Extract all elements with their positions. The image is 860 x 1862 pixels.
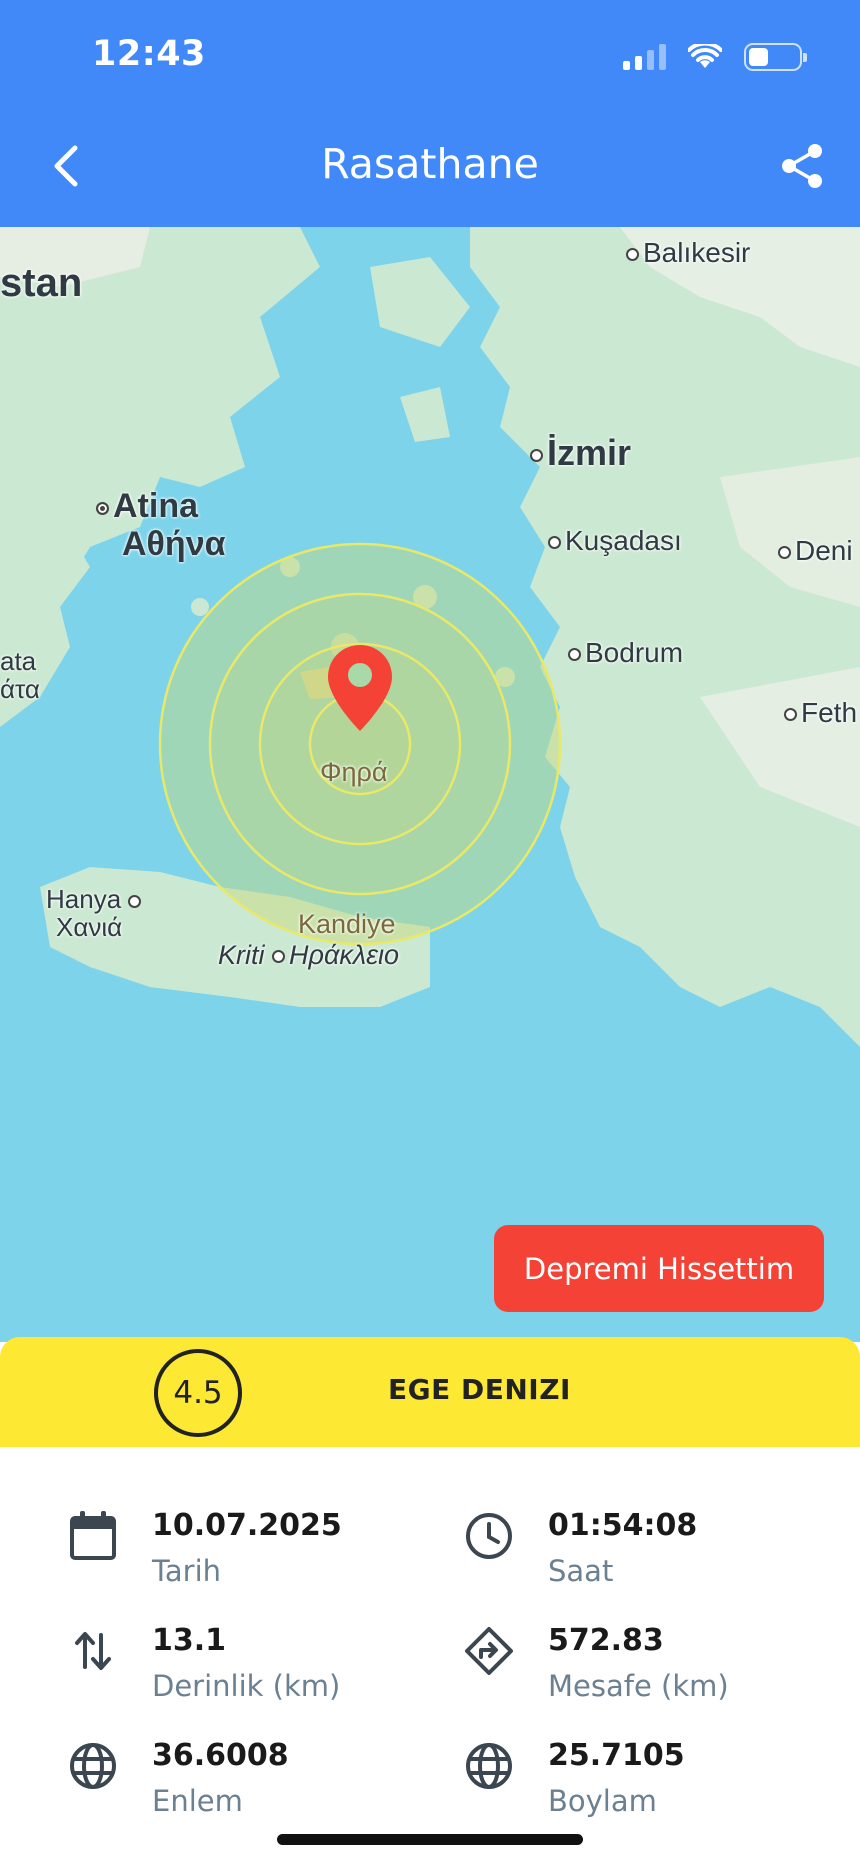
date-value: 10.07.2025 xyxy=(152,1508,342,1543)
detail-time: 01:54:08 Saat xyxy=(462,1505,697,1595)
earthquake-map[interactable]: stan Balıkesir İzmir Atina Αθήνα Kuşadas… xyxy=(0,227,860,1342)
magnitude-bar: 4.5 EGE DENIZI xyxy=(0,1337,860,1447)
globe-icon xyxy=(66,1739,120,1793)
distance-label: Mesafe (km) xyxy=(548,1669,729,1703)
map-label-izmir: İzmir xyxy=(530,432,631,474)
earthquake-details: 10.07.2025 Tarih 01:54:08 Saat 13.1 Deri… xyxy=(0,1447,860,1862)
magnitude-badge: 4.5 xyxy=(154,1349,242,1437)
map-label-bodrum: Bodrum xyxy=(568,637,683,669)
distance-value: 572.83 xyxy=(548,1623,664,1658)
felt-earthquake-button[interactable]: Depremi Hissettim xyxy=(494,1225,824,1312)
clock-icon xyxy=(462,1509,516,1563)
map-label-balikesir: Balıkesir xyxy=(626,237,750,269)
map-label-atina: Atina Αθήνα xyxy=(96,487,226,563)
longitude-value: 25.7105 xyxy=(548,1738,685,1773)
share-button[interactable] xyxy=(774,138,830,194)
map-label-ata: ata άτα xyxy=(0,646,40,704)
date-label: Tarih xyxy=(152,1554,222,1588)
map-label-kriti: Kriti Ηράκλειο xyxy=(218,940,400,970)
map-label-deni: Deni xyxy=(778,535,853,567)
map-label-kandiye: Kandiye xyxy=(298,909,396,939)
signal-icon xyxy=(623,44,666,70)
latitude-value: 36.6008 xyxy=(152,1738,289,1773)
map-canvas xyxy=(0,227,860,1047)
depth-value: 13.1 xyxy=(152,1623,227,1658)
detail-distance: 572.83 Mesafe (km) xyxy=(462,1620,729,1710)
detail-latitude: 36.6008 Enlem xyxy=(66,1735,289,1825)
map-label-fira: Φηρά xyxy=(320,757,388,787)
map-label-feth: Feth xyxy=(784,697,857,729)
calendar-icon xyxy=(66,1509,120,1563)
map-label-stan: stan xyxy=(0,261,83,305)
globe-icon xyxy=(462,1739,516,1793)
region-name: EGE DENIZI xyxy=(388,1373,571,1406)
swap-vertical-icon xyxy=(66,1624,120,1678)
time-value: 01:54:08 xyxy=(548,1508,698,1543)
top-header: 12:43 Rasathane xyxy=(0,0,860,227)
depth-label: Derinlik (km) xyxy=(152,1669,341,1703)
time-label: Saat xyxy=(548,1554,614,1588)
detail-longitude: 25.7105 Boylam xyxy=(462,1735,685,1825)
battery-icon xyxy=(744,43,807,71)
status-time: 12:43 xyxy=(92,34,206,74)
wifi-icon xyxy=(688,44,722,68)
longitude-label: Boylam xyxy=(548,1784,657,1818)
map-label-kusadasi: Kuşadası xyxy=(548,525,682,557)
share-icon xyxy=(782,144,822,188)
status-icons xyxy=(623,40,807,74)
home-indicator[interactable] xyxy=(277,1834,583,1845)
page-title: Rasathane xyxy=(321,140,539,188)
epicenter-pin-icon[interactable] xyxy=(326,643,394,733)
detail-depth: 13.1 Derinlik (km) xyxy=(66,1620,340,1710)
detail-date: 10.07.2025 Tarih xyxy=(66,1505,342,1595)
directions-icon xyxy=(462,1624,516,1678)
map-label-hanya: Hanya Χανιά xyxy=(46,885,145,941)
latitude-label: Enlem xyxy=(152,1784,243,1818)
